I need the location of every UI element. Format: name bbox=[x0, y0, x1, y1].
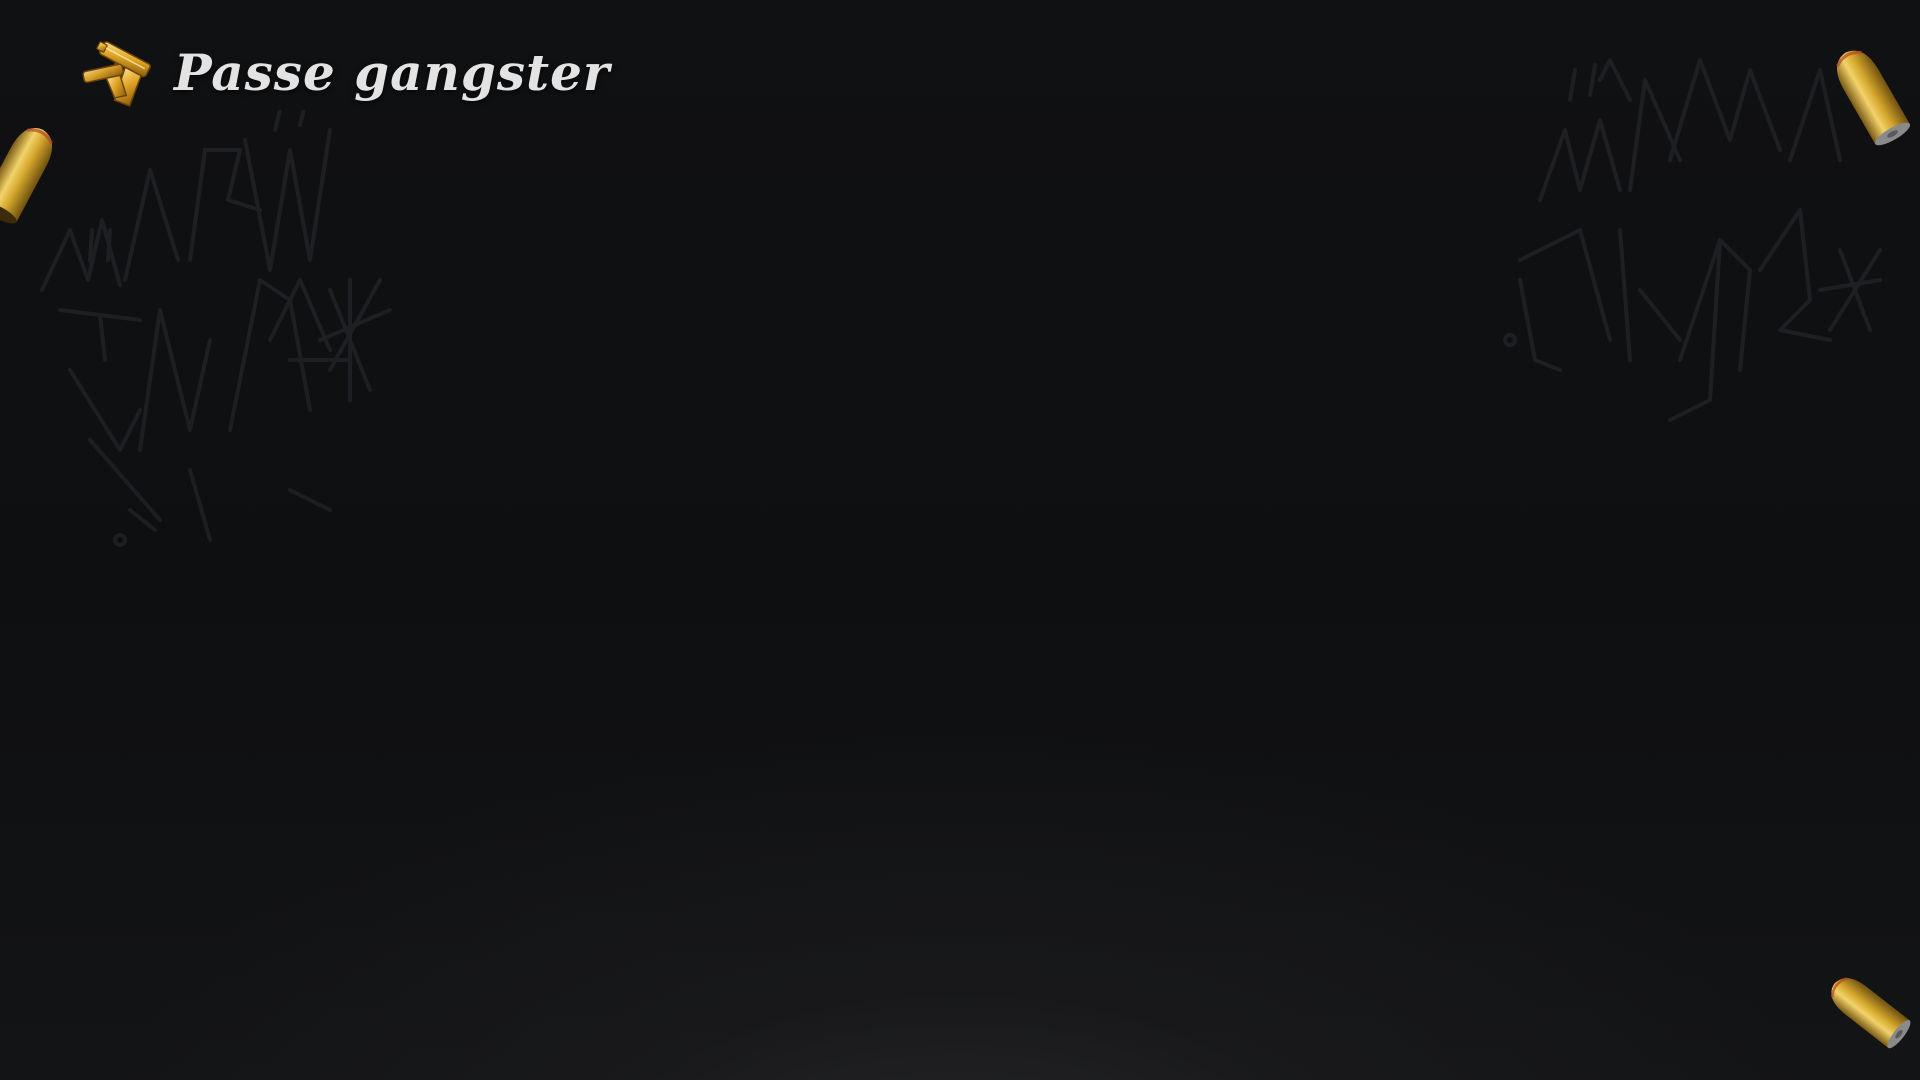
graffiti-tag-right bbox=[1503, 58, 1882, 422]
graffiti-tag-left bbox=[40, 110, 392, 547]
battle-pass-screen: Passe gangster bbox=[0, 0, 1920, 1080]
bullet-icon bbox=[1830, 977, 1911, 1049]
page-title: Passe gangster bbox=[174, 43, 611, 102]
page-header: Passe gangster bbox=[82, 36, 610, 110]
pistol-icon bbox=[82, 41, 151, 107]
